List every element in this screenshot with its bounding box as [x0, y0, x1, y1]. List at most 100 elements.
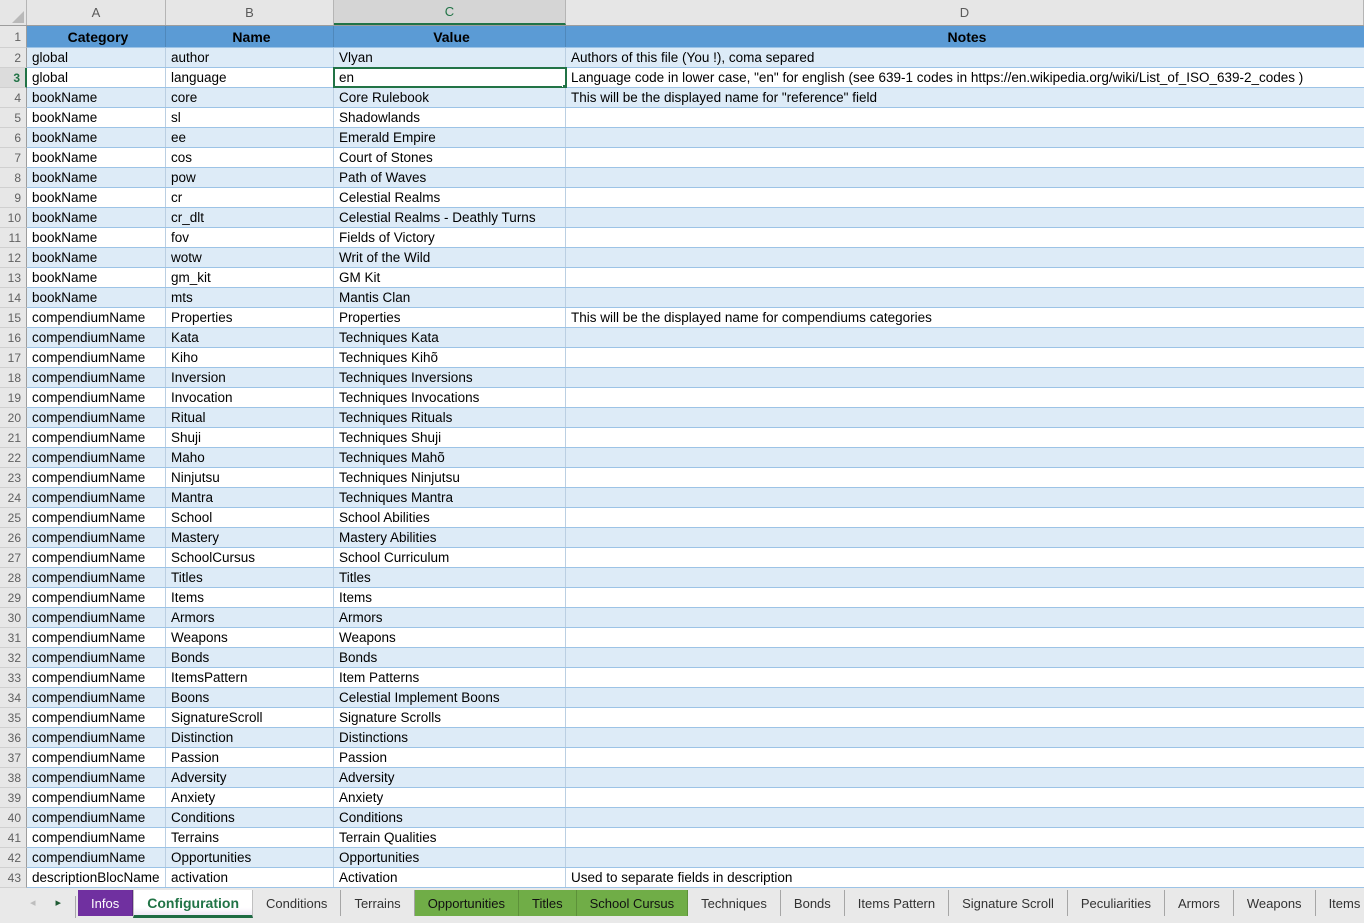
cell-category[interactable]: compendiumName — [27, 488, 166, 507]
cell-value[interactable]: GM Kit — [334, 268, 566, 287]
cell-category[interactable]: global — [27, 48, 166, 67]
row-number[interactable]: 23 — [0, 468, 27, 488]
cell-category[interactable]: compendiumName — [27, 768, 166, 787]
cell-notes[interactable]: Used to separate fields in description — [566, 868, 1364, 887]
row-number[interactable]: 31 — [0, 628, 27, 648]
cell-notes[interactable] — [566, 568, 1364, 587]
row-number[interactable]: 27 — [0, 548, 27, 568]
cell-value[interactable]: Path of Waves — [334, 168, 566, 187]
row-number[interactable]: 7 — [0, 148, 27, 168]
cell-notes[interactable] — [566, 768, 1364, 787]
cell-value[interactable]: School Abilities — [334, 508, 566, 527]
cell-name[interactable]: Weapons — [166, 628, 334, 647]
cell-notes[interactable] — [566, 708, 1364, 727]
cell-name[interactable]: Distinction — [166, 728, 334, 747]
cell-name[interactable]: Anxiety — [166, 788, 334, 807]
cell-category[interactable]: compendiumName — [27, 568, 166, 587]
cell-notes[interactable] — [566, 428, 1364, 447]
row-number[interactable]: 43 — [0, 868, 27, 888]
cell-notes[interactable] — [566, 588, 1364, 607]
cell-notes[interactable] — [566, 228, 1364, 247]
cell-notes[interactable] — [566, 748, 1364, 767]
cell-value[interactable]: Opportunities — [334, 848, 566, 867]
sheet-tab-bonds[interactable]: Bonds — [781, 890, 845, 916]
cell-value[interactable]: Mantis Clan — [334, 288, 566, 307]
cell-name[interactable]: Conditions — [166, 808, 334, 827]
column-header-c[interactable]: C — [334, 0, 566, 25]
cell-value[interactable]: Anxiety — [334, 788, 566, 807]
sheet-tab-techniques[interactable]: Techniques — [688, 890, 781, 916]
cell-notes[interactable] — [566, 108, 1364, 127]
row-number[interactable]: 18 — [0, 368, 27, 388]
cell-name[interactable]: Inversion — [166, 368, 334, 387]
row-number[interactable]: 40 — [0, 808, 27, 828]
row-number[interactable]: 33 — [0, 668, 27, 688]
cell-category[interactable]: compendiumName — [27, 828, 166, 847]
sheet-tab-items[interactable]: Items — [1316, 890, 1364, 916]
cell-category[interactable]: compendiumName — [27, 348, 166, 367]
cell-value[interactable]: Techniques Mahõ — [334, 448, 566, 467]
sheet-tab-armors[interactable]: Armors — [1165, 890, 1234, 916]
cell-category[interactable]: compendiumName — [27, 648, 166, 667]
cell-notes[interactable] — [566, 688, 1364, 707]
cell-value[interactable]: Techniques Kihõ — [334, 348, 566, 367]
cell-name[interactable]: Items — [166, 588, 334, 607]
cell-value[interactable]: Mastery Abilities — [334, 528, 566, 547]
table-header-cell[interactable]: Category — [27, 26, 166, 47]
cell-name[interactable]: activation — [166, 868, 334, 887]
cell-notes[interactable] — [566, 468, 1364, 487]
cell-notes[interactable] — [566, 528, 1364, 547]
cell-category[interactable]: bookName — [27, 288, 166, 307]
row-number[interactable]: 1 — [0, 26, 27, 48]
cell-value[interactable]: Distinctions — [334, 728, 566, 747]
cell-name[interactable]: sl — [166, 108, 334, 127]
fill-handle[interactable] — [562, 84, 566, 87]
cell-category[interactable]: compendiumName — [27, 788, 166, 807]
cell-notes[interactable] — [566, 388, 1364, 407]
row-number[interactable]: 25 — [0, 508, 27, 528]
cell-category[interactable]: compendiumName — [27, 808, 166, 827]
cell-notes[interactable] — [566, 268, 1364, 287]
row-number[interactable]: 2 — [0, 48, 27, 68]
cell-notes[interactable] — [566, 288, 1364, 307]
cell-name[interactable]: SignatureScroll — [166, 708, 334, 727]
cell-name[interactable]: School — [166, 508, 334, 527]
cell-value[interactable]: Armors — [334, 608, 566, 627]
cell-category[interactable]: bookName — [27, 88, 166, 107]
column-header-d[interactable]: D — [566, 0, 1364, 25]
cell-name[interactable]: Mastery — [166, 528, 334, 547]
cell-value[interactable]: Celestial Implement Boons — [334, 688, 566, 707]
row-number[interactable]: 41 — [0, 828, 27, 848]
row-number[interactable]: 34 — [0, 688, 27, 708]
cell-name[interactable]: language — [166, 68, 334, 87]
cell-category[interactable]: compendiumName — [27, 708, 166, 727]
cell-name[interactable]: Kiho — [166, 348, 334, 367]
cell-notes[interactable] — [566, 508, 1364, 527]
cell-name[interactable]: Passion — [166, 748, 334, 767]
cell-name[interactable]: wotw — [166, 248, 334, 267]
cell-notes[interactable] — [566, 208, 1364, 227]
sheet-tab-configuration[interactable]: Configuration — [133, 890, 253, 918]
cell-category[interactable]: compendiumName — [27, 468, 166, 487]
cell-category[interactable]: bookName — [27, 188, 166, 207]
row-number[interactable]: 30 — [0, 608, 27, 628]
tab-scroll-left-icon[interactable]: ◂ — [30, 898, 36, 909]
row-number[interactable]: 26 — [0, 528, 27, 548]
row-number[interactable]: 38 — [0, 768, 27, 788]
cell-notes[interactable] — [566, 328, 1364, 347]
cell-value[interactable]: Properties — [334, 308, 566, 327]
cell-notes[interactable] — [566, 348, 1364, 367]
cell-name[interactable]: gm_kit — [166, 268, 334, 287]
cell-category[interactable]: compendiumName — [27, 848, 166, 867]
cell-notes[interactable] — [566, 128, 1364, 147]
cell-name[interactable]: Terrains — [166, 828, 334, 847]
select-all-corner[interactable] — [0, 0, 27, 25]
cell-value[interactable]: Activation — [334, 868, 566, 887]
cell-notes[interactable] — [566, 448, 1364, 467]
cell-notes[interactable] — [566, 248, 1364, 267]
cell-value[interactable]: Core Rulebook — [334, 88, 566, 107]
cell-name[interactable]: Ninjutsu — [166, 468, 334, 487]
cell-value[interactable]: Court of Stones — [334, 148, 566, 167]
cell-name[interactable]: Kata — [166, 328, 334, 347]
cell-name[interactable]: Opportunities — [166, 848, 334, 867]
